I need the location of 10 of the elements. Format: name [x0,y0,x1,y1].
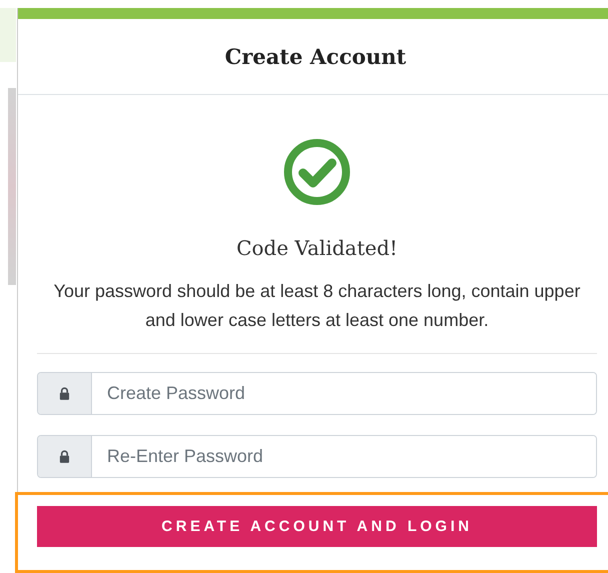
password-hint: Your password should be at least 8 characters long, contain upper and lower case letters at least one number. [52,280,582,332]
status-heading: Code Validated! [236,236,398,260]
check-circle-icon [282,137,352,207]
password-field[interactable]: Create Password [37,372,597,415]
lock-icon [59,387,70,400]
create-account-button[interactable]: CREATE ACCOUNT AND LOGIN [37,506,597,547]
password-field[interactable]: Re-Enter Password [37,435,597,478]
modal-title: Create Account [224,44,406,69]
background-strip [0,8,16,62]
lock-icon [59,450,70,463]
